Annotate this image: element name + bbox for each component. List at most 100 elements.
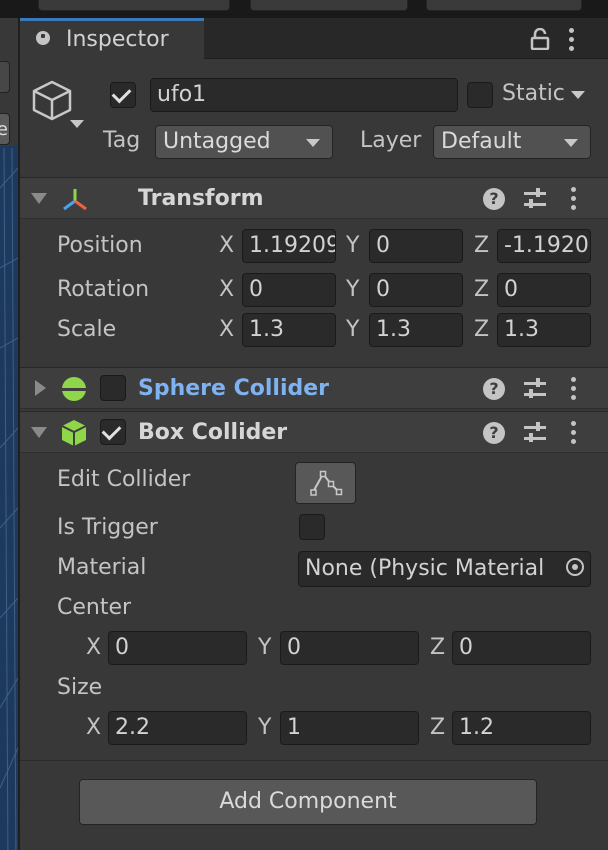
axis-y-label[interactable]: Y — [258, 635, 271, 660]
axis-y-label[interactable]: Y — [346, 317, 359, 342]
sphere-collider-enabled-checkbox[interactable] — [100, 375, 126, 401]
transform-axes-icon — [60, 184, 90, 214]
active-checkbox[interactable] — [110, 82, 136, 108]
static-checkbox[interactable] — [467, 82, 493, 108]
transform-title: Transform — [138, 186, 264, 211]
edit-collider-button[interactable] — [295, 462, 356, 504]
axis-z-label[interactable]: Z — [474, 317, 489, 342]
sphere-collider-header[interactable]: Sphere Collider ? — [20, 367, 608, 409]
material-value: None (Physic Material — [305, 556, 545, 581]
axis-z-label[interactable]: Z — [430, 635, 445, 660]
check-icon — [101, 420, 122, 441]
center-label: Center — [57, 595, 132, 620]
component-divider — [20, 760, 608, 761]
axis-x-label[interactable]: X — [219, 317, 234, 342]
center-y-field[interactable]: 0 — [280, 631, 419, 665]
foldout-expanded-icon[interactable] — [31, 193, 47, 204]
check-icon — [111, 83, 132, 104]
info-icon — [36, 31, 50, 45]
position-x-field[interactable]: 1.19209 — [242, 229, 336, 263]
layer-dropdown[interactable]: Default — [433, 125, 591, 159]
toolbar-button[interactable] — [426, 0, 582, 11]
tag-value: Untagged — [163, 129, 271, 154]
help-icon[interactable]: ? — [483, 188, 505, 210]
icon-dropdown-arrow-icon[interactable] — [70, 120, 84, 128]
scale-x-field[interactable]: 1.3 — [242, 313, 336, 347]
lock-icon[interactable] — [530, 27, 550, 51]
transform-header[interactable]: Transform ? — [20, 177, 608, 219]
toolbar-button[interactable] — [250, 0, 408, 11]
scene-button-label: e — [0, 119, 8, 140]
static-dropdown-arrow-icon[interactable] — [571, 91, 585, 99]
toolbar-button[interactable] — [38, 0, 230, 11]
presets-icon[interactable] — [524, 188, 546, 210]
size-y-field[interactable]: 1 — [280, 711, 419, 745]
cube-icon[interactable] — [32, 80, 76, 124]
rotation-label: Rotation — [57, 277, 150, 302]
object-name-field[interactable]: ufo1 — [150, 78, 458, 112]
box-collider-enabled-checkbox[interactable] — [100, 419, 126, 445]
size-label: Size — [57, 675, 103, 700]
position-label: Position — [57, 233, 143, 258]
axis-x-label[interactable]: X — [219, 277, 234, 302]
scene-toolbar-button[interactable] — [0, 61, 10, 93]
is-trigger-checkbox[interactable] — [299, 514, 325, 540]
box-collider-title: Box Collider — [138, 420, 288, 445]
tab-inspector[interactable]: Inspector — [20, 18, 204, 59]
foldout-collapsed-icon[interactable] — [35, 380, 46, 396]
size-x-field[interactable]: 2.2 — [108, 711, 247, 745]
chevron-down-icon — [564, 139, 578, 147]
presets-icon[interactable] — [524, 378, 546, 400]
help-icon[interactable]: ? — [483, 378, 505, 400]
center-z-field[interactable]: 0 — [452, 631, 591, 665]
rotation-y-field[interactable]: 0 — [369, 273, 463, 307]
static-label[interactable]: Static — [502, 81, 565, 106]
position-y-field[interactable]: 0 — [369, 229, 463, 263]
foldout-expanded-icon[interactable] — [31, 427, 47, 438]
material-label: Material — [57, 555, 147, 580]
presets-icon[interactable] — [524, 422, 546, 444]
axis-x-label[interactable]: X — [86, 635, 101, 660]
layer-label: Layer — [360, 128, 422, 153]
top-toolbar-strip — [0, 0, 608, 18]
scale-label: Scale — [57, 317, 117, 342]
kebab-menu-icon[interactable] — [571, 377, 577, 401]
size-z-field[interactable]: 1.2 — [452, 711, 591, 745]
axis-z-label[interactable]: Z — [474, 277, 489, 302]
layer-value: Default — [441, 129, 522, 154]
axis-y-label[interactable]: Y — [258, 715, 271, 740]
box-collider-icon — [60, 418, 88, 448]
chevron-down-icon — [306, 139, 320, 147]
object-picker-icon[interactable] — [566, 558, 584, 576]
axis-x-label[interactable]: X — [86, 715, 101, 740]
sphere-collider-title: Sphere Collider — [138, 376, 330, 401]
sphere-collider-icon — [61, 376, 87, 402]
edit-collider-icon — [309, 470, 342, 496]
kebab-menu-icon[interactable] — [569, 28, 575, 52]
axis-z-label[interactable]: Z — [474, 233, 489, 258]
scene-toolbar-button[interactable]: e — [0, 113, 10, 145]
position-z-field[interactable]: -1.1920 — [497, 229, 591, 263]
tag-dropdown[interactable]: Untagged — [155, 125, 333, 159]
add-component-button[interactable]: Add Component — [79, 779, 537, 825]
help-icon[interactable]: ? — [483, 422, 505, 444]
box-collider-header[interactable]: Box Collider ? — [20, 411, 608, 453]
center-x-field[interactable]: 0 — [108, 631, 247, 665]
axis-x-label[interactable]: X — [219, 233, 234, 258]
axis-y-label[interactable]: Y — [346, 277, 359, 302]
scene-view-edge: e — [0, 18, 18, 850]
edit-collider-label: Edit Collider — [57, 467, 191, 492]
axis-z-label[interactable]: Z — [430, 715, 445, 740]
axis-y-label[interactable]: Y — [346, 233, 359, 258]
material-object-field[interactable]: None (Physic Material — [298, 551, 591, 587]
rotation-z-field[interactable]: 0 — [497, 273, 591, 307]
scene-grid — [0, 148, 18, 850]
rotation-x-field[interactable]: 0 — [242, 273, 336, 307]
tab-label: Inspector — [66, 27, 169, 52]
scale-y-field[interactable]: 1.3 — [369, 313, 463, 347]
tag-label: Tag — [103, 128, 141, 153]
kebab-menu-icon[interactable] — [571, 187, 577, 211]
scale-z-field[interactable]: 1.3 — [497, 313, 591, 347]
kebab-menu-icon[interactable] — [571, 421, 577, 445]
is-trigger-label: Is Trigger — [57, 515, 158, 540]
